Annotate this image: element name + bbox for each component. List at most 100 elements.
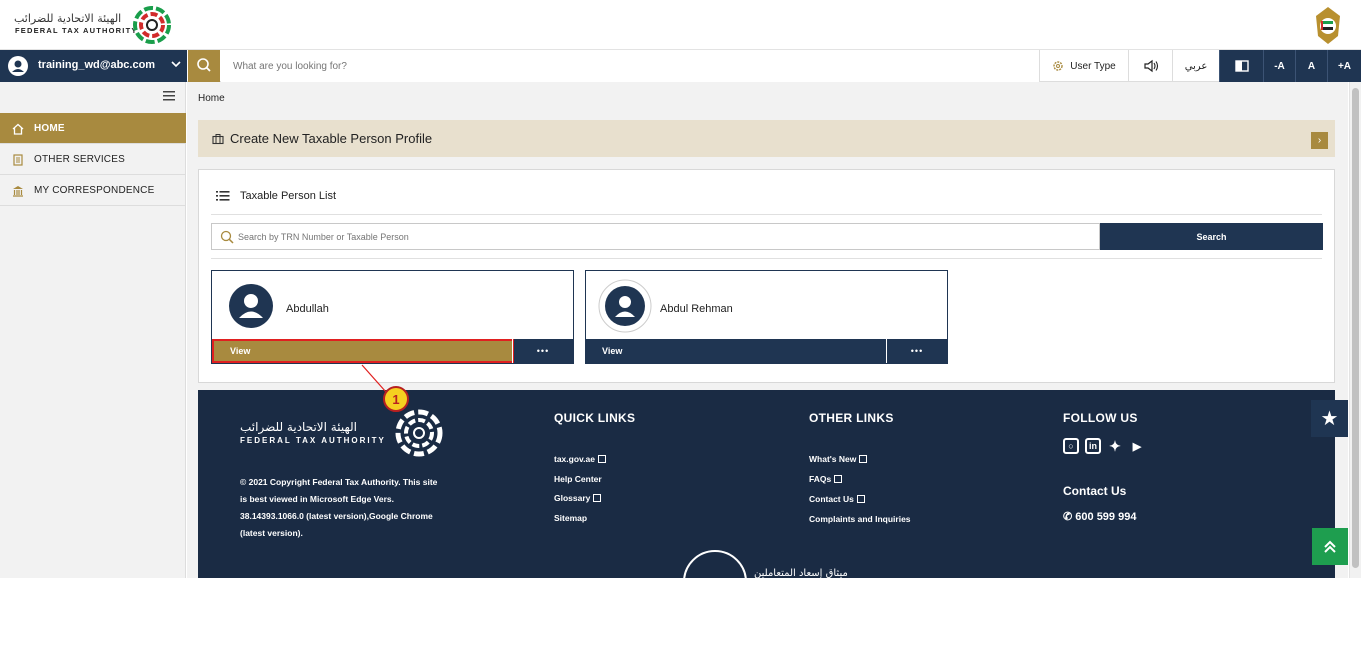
scrollbar-thumb[interactable] [1352,88,1359,568]
font-increase-button[interactable]: +A [1327,50,1361,82]
font-decrease-label: -A [1274,60,1285,72]
sidebar-item-home[interactable]: HOME [0,113,186,144]
more-options-button[interactable]: ••• [886,339,947,363]
card-footer: View ••• [586,339,947,363]
footer-link-label: tax.gov.ae [554,454,595,464]
page: الهيئة الاتحادية للضرائب FEDERAL TAX AUT… [0,0,1361,578]
phone-number[interactable]: ✆ 600 599 994 [1063,510,1136,523]
taxable-person-name: Abdul Rehman [660,303,733,315]
footer-link-label: Help Center [554,474,602,484]
footer-link-label: Contact Us [809,494,854,504]
customer-charter-text: ميثاق إسعاد المتعاملين [754,568,848,578]
footer-link-complaints[interactable]: Complaints and Inquiries [809,514,911,524]
user-avatar-icon [8,56,28,76]
footer-link-glossary[interactable]: Glossary [554,493,602,503]
taxable-person-panel: Taxable Person List Search Abdullah [198,169,1335,383]
footer-link-label: FAQs [809,474,832,484]
copyright-text: © 2021 Copyright Federal Tax Authority. … [240,477,438,538]
audio-button[interactable] [1128,50,1172,82]
sidebar-item-label: MY CORRESPONDENCE [34,184,155,196]
callout-number-badge: 1 [383,386,409,412]
building-icon [13,186,23,197]
scroll-to-top-button[interactable] [1312,528,1348,565]
user-type-button[interactable]: User Type [1039,50,1128,82]
footer: الهيئة الاتحادية للضرائب FEDERAL TAX AUT… [198,390,1335,578]
external-link-icon [856,495,865,503]
footer-link-whats-new[interactable]: What's New [809,454,868,464]
instagram-icon[interactable]: ○ [1063,438,1079,454]
chevron-right-icon[interactable]: › [1311,132,1328,149]
view-button[interactable]: View [212,339,514,363]
navigation-bar: training_wd@abc.com User Type [0,50,1361,82]
star-icon: ★ [1320,408,1339,430]
customer-charter-seal-icon [683,550,747,578]
home-icon [12,123,24,135]
search-icon [220,230,234,244]
taxable-person-search-field[interactable] [211,223,1100,250]
view-button[interactable]: View [586,339,886,363]
font-normal-button[interactable]: A [1295,50,1327,82]
footer-link-label: Glossary [554,493,591,503]
search-button[interactable]: Search [1100,223,1323,250]
sidebar-item-my-correspondence[interactable]: MY CORRESPONDENCE [0,175,186,206]
sidebar-item-other-services[interactable]: OTHER SERVICES [0,144,186,175]
uae-emblem-icon [1316,7,1340,44]
main-content: Home Create New Taxable Person Profile ›… [187,82,1348,578]
document-icon [13,154,23,166]
footer-logo-english-text: FEDERAL TAX AUTHORITY [240,436,386,445]
double-chevron-up-icon [1324,540,1336,553]
twitter-icon[interactable]: ✦ [1107,438,1123,454]
other-links-heading: OTHER LINKS [809,411,894,425]
username-label: training_wd@abc.com [38,59,156,71]
footer-link-tax-gov[interactable]: tax.gov.ae [554,454,606,464]
taxable-person-search-input[interactable] [238,224,1088,249]
top-header: الهيئة الاتحادية للضرائب FEDERAL TAX AUT… [0,0,1361,50]
linkedin-icon[interactable]: in [1085,438,1101,454]
fta-logo-icon [395,409,443,457]
speaker-icon [1143,59,1158,73]
person-avatar-icon [598,279,652,333]
footer-link-faqs[interactable]: FAQs [809,474,843,484]
language-label: عربي [1184,60,1208,72]
social-links: ○ in ✦ ▶ [1063,438,1145,454]
briefcase-icon [212,134,224,145]
contrast-toggle[interactable] [1219,50,1263,82]
more-options-button[interactable]: ••• [512,339,573,363]
sidebar: HOME OTHER SERVICES MY CORRESPONDENCE [0,82,186,578]
footer-link-label: What's New [809,454,857,464]
phone-icon: ✆ [1063,511,1073,523]
hamburger-menu-icon[interactable] [163,91,175,101]
external-link-icon [597,455,606,463]
user-menu[interactable]: training_wd@abc.com [0,50,187,82]
follow-us-heading: FOLLOW US [1063,411,1138,425]
quick-links-heading: QUICK LINKS [554,411,636,425]
font-normal-label: A [1307,60,1316,72]
list-icon [216,191,230,201]
global-search-button[interactable] [188,50,220,82]
footer-link-label: Sitemap [554,513,588,523]
card-footer: View ••• [212,339,573,363]
footer-link-help-center[interactable]: Help Center [554,474,602,484]
font-increase-label: +A [1337,60,1352,72]
fta-logo-icon[interactable] [132,5,172,45]
favorites-star-button[interactable]: ★ [1311,400,1348,437]
language-toggle[interactable]: عربي [1172,50,1219,82]
footer-link-label: Complaints and Inquiries [809,514,911,524]
taxable-person-name: Abdullah [286,303,329,315]
global-search-input[interactable] [221,50,1039,82]
divider [211,258,1322,259]
breadcrumb[interactable]: Home [198,93,225,104]
taxable-person-card[interactable]: Abdullah View ••• [211,270,574,364]
footer-link-sitemap[interactable]: Sitemap [554,513,587,523]
create-profile-banner[interactable]: Create New Taxable Person Profile › [198,120,1335,157]
footer-link-contact-us[interactable]: Contact Us [809,494,865,504]
contact-us-heading: Contact Us [1063,484,1127,498]
font-decrease-button[interactable]: -A [1263,50,1295,82]
gear-icon [1053,61,1063,71]
youtube-icon[interactable]: ▶ [1129,438,1145,454]
taxable-person-card[interactable]: Abdul Rehman View ••• [585,270,948,364]
vertical-scrollbar[interactable] [1349,82,1361,578]
user-type-label: User Type [1070,60,1116,72]
divider [211,214,1322,215]
chevron-down-icon[interactable] [170,58,182,70]
